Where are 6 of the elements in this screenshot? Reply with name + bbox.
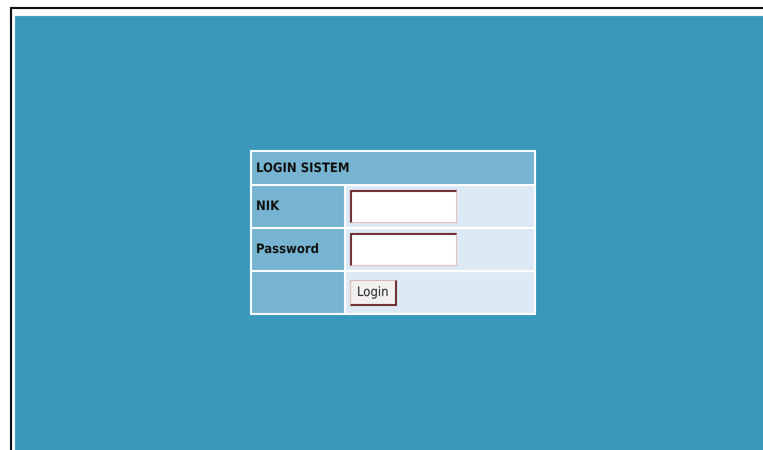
form-title: LOGIN SISTEM [256,160,350,176]
input-field[interactable] [350,233,457,266]
field-label: Password [256,242,320,257]
login-button[interactable]: Login [350,280,397,306]
input-field[interactable] [350,190,457,223]
field-label: NIK [256,199,280,214]
